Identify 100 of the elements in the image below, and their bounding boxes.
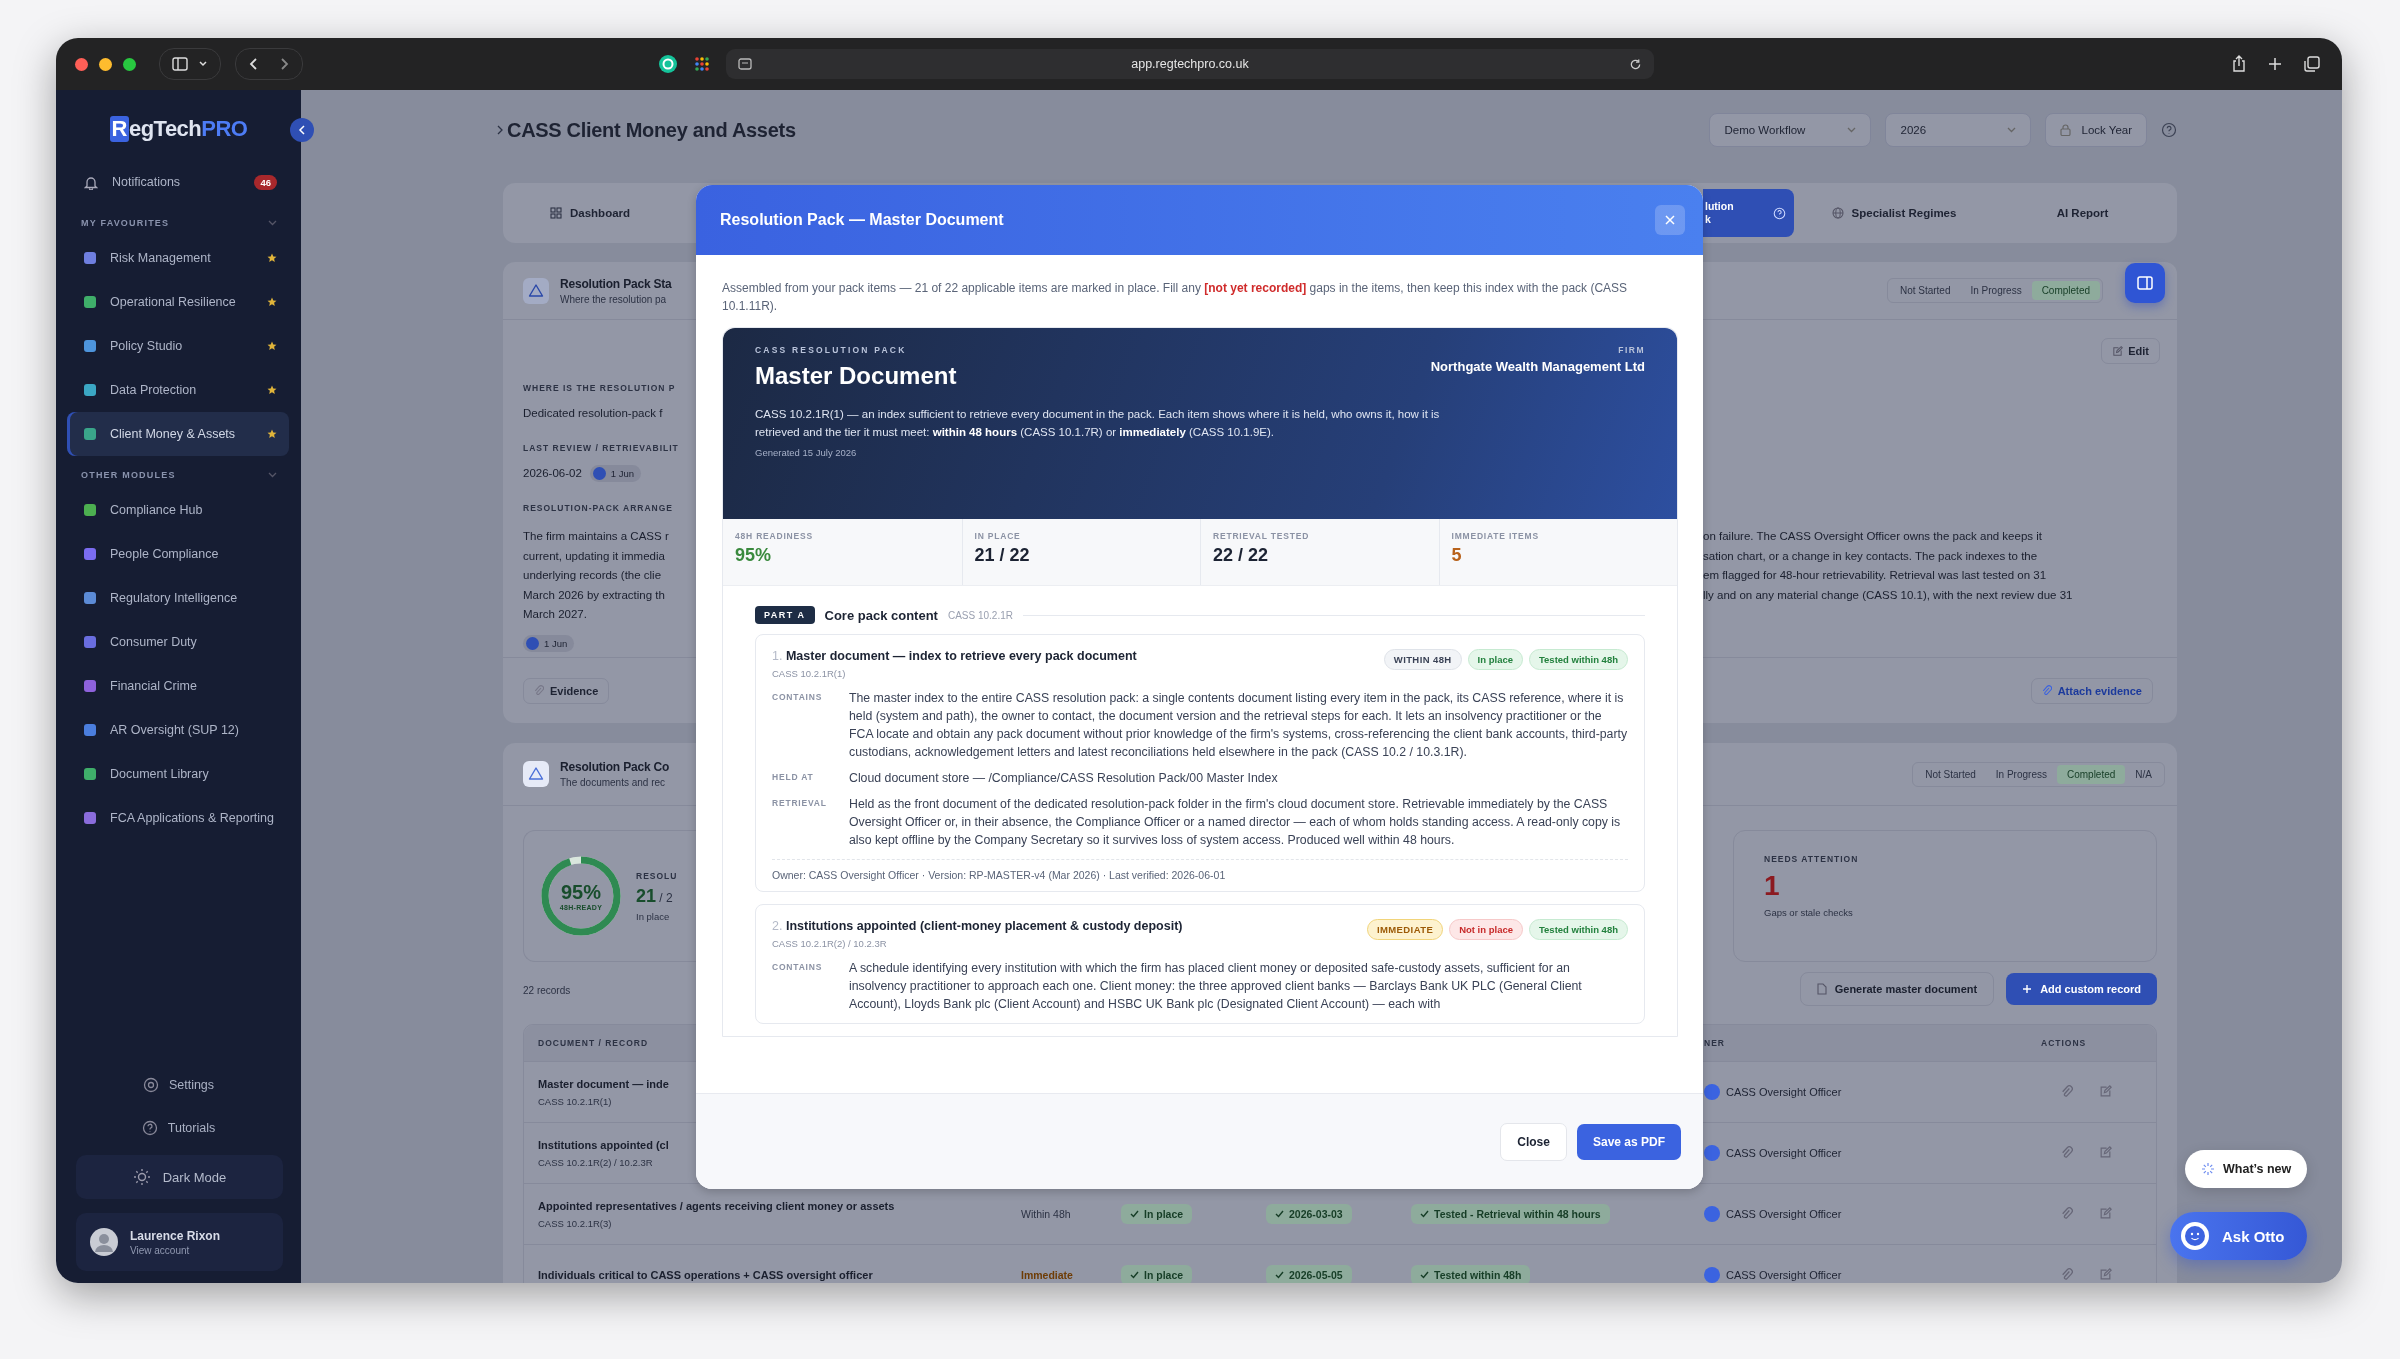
sidebar-item[interactable]: Document Library <box>67 752 289 796</box>
notifications-item[interactable]: Notifications 46 <box>67 160 289 204</box>
section-title: Core pack content <box>824 607 938 623</box>
tutorials-link[interactable]: Tutorials <box>56 1106 301 1149</box>
sidebar-item[interactable]: Policy Studio <box>67 324 289 368</box>
address-bar[interactable]: app.regtechpro.co.uk <box>726 49 1654 79</box>
status-option[interactable]: Completed <box>2031 281 2100 300</box>
extension-icon[interactable] <box>658 54 678 74</box>
status-option[interactable]: In Progress <box>1985 764 2057 784</box>
sidebar-toggle-button[interactable] <box>159 48 221 80</box>
document-name: Appointed representatives / agents receiving client money or assets <box>538 1199 896 1212</box>
panel-icon <box>2137 275 2153 290</box>
tab[interactable]: Specialist Regimes <box>1794 189 1994 237</box>
document-title: Master Document <box>755 362 957 390</box>
star-icon[interactable] <box>267 385 277 395</box>
column-header: DOCUMENT / RECORD <box>537 1038 650 1048</box>
lock-year-button[interactable]: Lock Year <box>2045 113 2147 147</box>
select-field[interactable]: 2026 <box>1885 113 2032 147</box>
status-badge: Tested within 48h <box>1529 919 1628 940</box>
sidebar-item[interactable]: Regulatory Intelligence <box>67 576 289 620</box>
generate-document-button[interactable]: Generate master document <box>1799 972 1995 1006</box>
tab[interactable]: AI Report <box>1994 189 2171 237</box>
stat-value: 21 / 2 <box>636 886 674 907</box>
star-icon[interactable] <box>267 341 277 351</box>
paperclip-icon[interactable] <box>2061 1146 2073 1160</box>
dialog-title: Resolution Pack — Master Document <box>720 211 1004 229</box>
star-icon[interactable] <box>267 297 277 307</box>
field-label: WHERE IS THE RESOLUTION P <box>523 382 677 394</box>
section-reference: CASS 10.2.1R <box>947 609 1013 621</box>
status-option[interactable]: Not Started <box>1889 281 1961 300</box>
document-eyebrow: CASS RESOLUTION PACK <box>755 345 908 355</box>
panel-toggle-button[interactable] <box>2125 262 2165 303</box>
paragraph-line: current, updating it immedia <box>523 548 666 564</box>
date-chip: 2026-05-05 <box>1266 1265 1352 1283</box>
sidebar-item[interactable]: Risk Management <box>67 236 289 280</box>
paperclip-icon[interactable] <box>2061 1268 2073 1282</box>
apps-grid-icon[interactable] <box>694 56 710 72</box>
status-option[interactable]: Completed <box>2056 764 2126 784</box>
evidence-button[interactable]: Evidence <box>523 677 610 704</box>
assistant-button[interactable]: Ask Otto <box>2170 1212 2307 1260</box>
sidebar-item[interactable]: FCA Applications & Reporting <box>67 796 289 840</box>
share-icon[interactable] <box>2232 55 2246 73</box>
stat-value: 5 <box>1451 545 1463 566</box>
sidebar-item[interactable]: Operational Resilience <box>67 280 289 324</box>
tier-label: Within 48h <box>1021 1208 1072 1220</box>
settings-icon <box>142 1076 159 1093</box>
paperclip-icon[interactable] <box>2061 1085 2073 1099</box>
edit-button[interactable]: Edit <box>2101 338 2160 364</box>
status-option[interactable]: N/A <box>2125 764 2162 784</box>
settings-link[interactable]: Settings <box>56 1063 301 1106</box>
sidebar-item[interactable]: Client Money & Assets <box>67 412 289 456</box>
stat-value: 95% <box>735 545 773 566</box>
star-icon[interactable] <box>267 253 277 263</box>
avatar-icon <box>1704 1267 1720 1283</box>
tabs-overview-icon[interactable] <box>2304 56 2320 72</box>
new-tab-icon[interactable] <box>2268 57 2282 71</box>
field-text: Held as the front document of the dedicated resolution-pack folder in the firm's cloud document store. Retrievable immediately by the CASS Oversight Officer or, in their absence, the Compliance Officer or a named director — each of whom holds standing access. A read-only copy is also kept offline by the Company Secretary so it survives loss of system access. Produced well within 48 hours. <box>849 796 1622 849</box>
sidebar-item[interactable]: Consumer Duty <box>67 620 289 664</box>
account-link[interactable]: View account <box>130 1244 221 1256</box>
stat-value: 21 / 22 <box>974 545 1031 566</box>
sidebar-icon <box>172 57 188 71</box>
sidebar-item[interactable]: Data Protection <box>67 368 289 412</box>
save-pdf-button[interactable]: Save as PDF <box>1576 1123 1681 1160</box>
paperclip-icon[interactable] <box>2061 1207 2073 1221</box>
status-option[interactable]: Not Started <box>1915 764 1986 784</box>
tab[interactable]: lution k <box>1703 189 1794 237</box>
zoom-window-button[interactable] <box>123 57 136 71</box>
status-chip: In place <box>1121 1204 1193 1224</box>
whats-new-button[interactable]: What’s new <box>2185 1150 2308 1188</box>
stat-label: IN PLACE <box>974 531 1022 541</box>
card-title: Resolution Pack Sta <box>560 276 672 291</box>
status-option[interactable]: In Progress <box>1960 281 2032 300</box>
document-reference: CASS 10.2.1R(1) <box>538 1095 613 1107</box>
sidebar-item[interactable]: AR Oversight (SUP 12) <box>67 708 289 752</box>
bell-icon <box>84 174 98 190</box>
tab[interactable]: Dashboard <box>550 189 631 237</box>
sidebar-item[interactable]: People Compliance <box>67 532 289 576</box>
close-window-button[interactable] <box>75 57 88 71</box>
test-chip: Tested - Retrieval within 48 hours <box>1411 1204 1610 1224</box>
caret-icon <box>2007 127 2017 133</box>
date-chip: 2026-03-03 <box>1266 1204 1352 1224</box>
sidebar-item[interactable]: Compliance Hub <box>67 488 289 532</box>
globe-icon <box>1831 207 1844 219</box>
forward-icon[interactable] <box>278 57 290 71</box>
help-icon[interactable] <box>2161 122 2177 138</box>
back-icon[interactable] <box>248 57 260 71</box>
sidebar-item[interactable]: Financial Crime <box>67 664 289 708</box>
paragraph-line: The firm maintains a CASS r <box>523 529 670 544</box>
account-card[interactable]: Laurence Rixon View account <box>76 1213 283 1271</box>
minimize-window-button[interactable] <box>99 57 112 71</box>
field-label: RETRIEVAL <box>772 797 828 810</box>
star-icon[interactable] <box>267 429 277 439</box>
paragraph-line: on failure. The CASS Oversight Officer owns the pack and keeps it <box>1703 529 2043 544</box>
smiley-icon <box>2180 1221 2210 1251</box>
select-field[interactable]: Demo Workflow <box>1709 113 1872 147</box>
close-button[interactable]: Close <box>1500 1122 1567 1161</box>
reload-icon[interactable] <box>1629 57 1642 71</box>
dark-mode-button[interactable]: Dark Mode <box>76 1155 283 1199</box>
add-record-button[interactable]: Add custom record <box>2006 973 2157 1005</box>
logo[interactable]: RegTechPRO <box>109 116 248 142</box>
